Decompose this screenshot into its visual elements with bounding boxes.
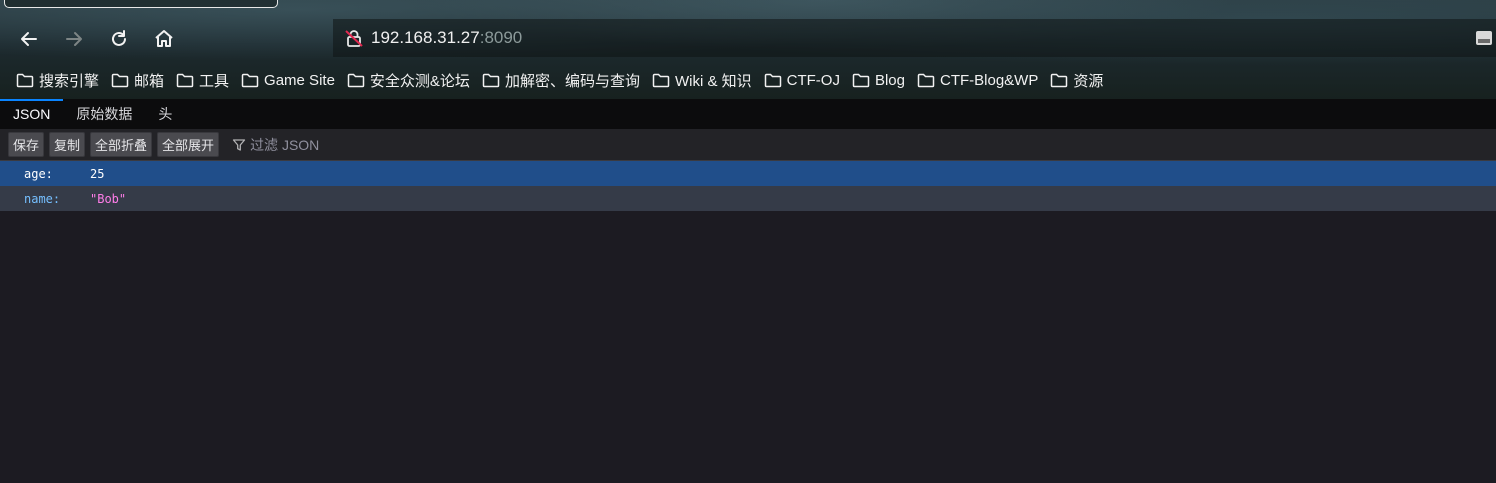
bookmark-folder[interactable]: CTF-Blog&WP — [915, 66, 1042, 94]
json-row[interactable]: age: 25 — [0, 161, 1496, 186]
bookmark-folder[interactable]: CTF-OJ — [762, 66, 844, 94]
bookmark-folder[interactable]: 搜索引擎 — [14, 66, 103, 94]
bookmark-label: 工具 — [199, 72, 230, 90]
forward-button[interactable] — [60, 26, 88, 52]
bookmark-folder[interactable]: Wiki & 知识 — [650, 66, 756, 94]
save-button[interactable]: 保存 — [8, 132, 45, 157]
folder-icon — [347, 73, 365, 88]
copy-button[interactable]: 复制 — [49, 132, 86, 157]
bookmark-label: 资源 — [1073, 72, 1104, 90]
tab-json[interactable]: JSON — [0, 99, 64, 129]
folder-icon — [1051, 73, 1068, 88]
bookmark-label: CTF-OJ — [786, 71, 840, 89]
browser-chrome: 192.168.31.27:8090 搜索引擎 邮箱 工具 Game Site … — [0, 0, 1496, 99]
folder-icon — [917, 73, 935, 88]
home-icon — [155, 30, 173, 47]
extension-icon[interactable] — [1474, 28, 1494, 48]
collapse-all-button[interactable]: 全部折叠 — [90, 132, 153, 157]
bookmark-label: CTF-Blog&WP — [939, 71, 1039, 89]
reload-icon — [112, 30, 126, 46]
forward-arrow-icon — [66, 32, 82, 46]
back-button[interactable] — [15, 26, 43, 52]
filter-json-input[interactable] — [250, 136, 451, 153]
json-value: "Bob" — [90, 191, 127, 206]
json-row[interactable]: name: "Bob" — [0, 186, 1496, 211]
bookmark-folder[interactable]: 加解密、编码与查询 — [480, 66, 644, 94]
json-toolbar: 保存 复制 全部折叠 全部展开 — [0, 129, 1496, 161]
bookmark-folder[interactable]: 邮箱 — [109, 66, 168, 94]
home-button[interactable] — [150, 26, 178, 52]
bookmark-label: 加解密、编码与查询 — [504, 72, 640, 90]
bookmark-folder[interactable]: Blog — [850, 66, 909, 94]
folder-icon — [16, 73, 34, 88]
json-tree: age: 25 name: "Bob" — [0, 161, 1496, 211]
bookmark-label: 安全众测&论坛 — [369, 72, 470, 90]
json-key: name: — [24, 191, 61, 206]
bookmark-folder[interactable]: 工具 — [174, 66, 233, 94]
url-text: 192.168.31.27:8090 — [371, 28, 522, 48]
folder-icon — [176, 73, 194, 88]
filter-box — [232, 136, 451, 153]
folder-icon — [852, 73, 870, 88]
bookmark-folder[interactable]: 安全众测&论坛 — [345, 66, 474, 94]
reload-button[interactable] — [105, 26, 133, 52]
tab-raw-data[interactable]: 原始数据 — [63, 99, 145, 129]
insecure-lock-icon[interactable] — [343, 27, 365, 49]
url-bar[interactable]: 192.168.31.27:8090 — [333, 19, 1496, 57]
folder-icon — [241, 73, 259, 88]
bookmark-label: 搜索引擎 — [39, 72, 100, 90]
filter-icon — [232, 138, 246, 151]
bookmark-folder[interactable]: 资源 — [1048, 66, 1107, 94]
bookmark-label: 邮箱 — [134, 72, 165, 90]
expand-all-button[interactable]: 全部展开 — [157, 132, 220, 157]
json-key: age: — [24, 166, 53, 181]
bookmark-label: Wiki & 知识 — [674, 72, 752, 90]
url-port: :8090 — [479, 28, 523, 47]
bookmarks-toolbar: 搜索引擎 邮箱 工具 Game Site 安全众测&论坛 加解密、编码与查询 W… — [0, 66, 1496, 94]
bookmark-label: Blog — [874, 71, 905, 89]
folder-icon — [482, 73, 500, 88]
back-arrow-icon — [21, 32, 37, 46]
bookmark-label: Game Site — [264, 71, 335, 89]
bookmark-folder[interactable]: Game Site — [239, 66, 339, 94]
tab-headers[interactable]: 头 — [145, 99, 185, 129]
url-host: 192.168.31.27 — [371, 28, 480, 47]
json-value: 25 — [90, 166, 105, 181]
folder-icon — [764, 73, 781, 88]
folder-icon — [111, 73, 129, 88]
folder-icon — [652, 73, 670, 88]
active-tab[interactable] — [4, 0, 278, 8]
json-viewer-tabs: JSON 原始数据 头 — [0, 99, 1496, 129]
